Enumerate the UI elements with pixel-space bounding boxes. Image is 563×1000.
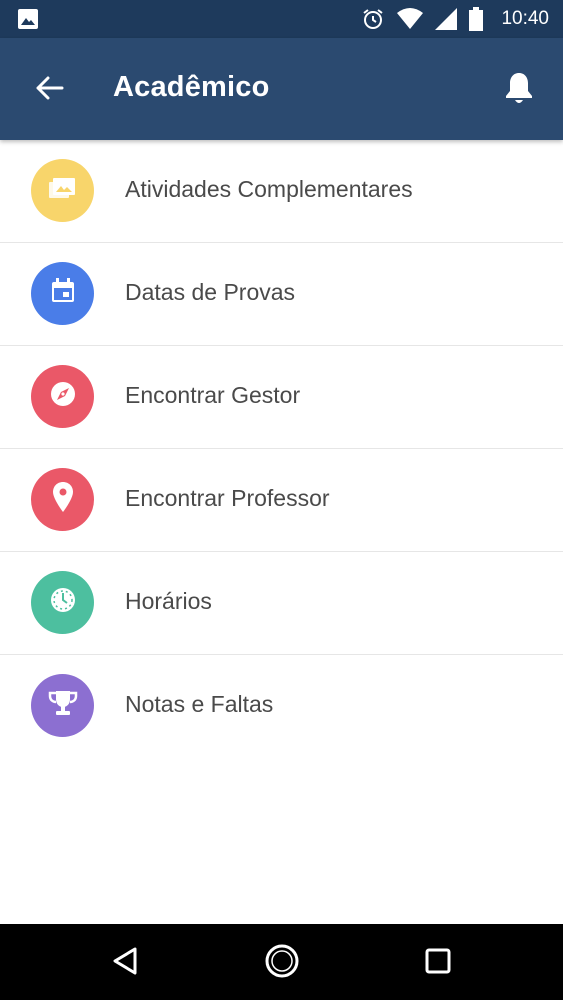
nav-home-button[interactable] [257,938,307,988]
menu-item-label: Notas e Faltas [125,691,274,717]
back-triangle-icon [111,946,139,981]
status-time: 10:40 [501,8,549,29]
menu-item-encontrar-gestor[interactable]: Encontrar Gestor [0,346,563,449]
menu-item-label: Datas de Provas [125,279,296,305]
menu-icon-badge [31,468,94,531]
gallery-notification-icon [18,9,38,29]
menu-item-label: Horários [125,588,212,614]
location-pin-icon [52,482,74,517]
back-button[interactable] [26,72,74,108]
arrow-left-icon [36,76,64,105]
notifications-button[interactable] [497,68,541,112]
app-bar: Acadêmico [0,38,563,140]
menu-icon-badge [31,262,94,325]
menu-item-atividades-complementares[interactable]: Atividades Complementares [0,140,563,243]
compass-icon [49,380,77,413]
recents-square-icon [424,947,452,980]
alarm-icon [361,7,385,31]
status-bar: 10:40 [0,0,563,38]
battery-icon [469,7,484,31]
trophy-icon [48,689,78,722]
calendar-icon [50,278,76,309]
menu-icon-badge [31,365,94,428]
menu-item-label: Encontrar Professor [125,485,330,511]
image-icon [48,176,77,205]
menu-item-datas-de-provas[interactable]: Datas de Provas [0,243,563,346]
menu-item-label: Atividades Complementares [125,176,413,202]
nav-back-button[interactable] [100,938,150,988]
menu-item-label: Encontrar Gestor [125,382,301,408]
home-circle-icon [264,943,300,984]
menu-item-horarios[interactable]: Horários [0,552,563,655]
signal-icon [435,8,458,30]
nav-recents-button[interactable] [413,938,463,988]
clock-icon [49,586,77,619]
menu-icon-badge [31,674,94,737]
page-title: Acadêmico [113,71,270,103]
menu-item-notas-e-faltas[interactable]: Notas e Faltas [0,655,563,758]
menu-icon-badge [31,571,94,634]
menu-icon-badge [31,159,94,222]
bell-icon [504,71,534,110]
academic-menu-list: Atividades Complementares Datas de Prova… [0,140,563,758]
system-navigation-bar [0,924,563,1000]
wifi-icon [397,8,424,30]
menu-item-encontrar-professor[interactable]: Encontrar Professor [0,449,563,552]
status-icons: 10:40 [361,7,549,31]
